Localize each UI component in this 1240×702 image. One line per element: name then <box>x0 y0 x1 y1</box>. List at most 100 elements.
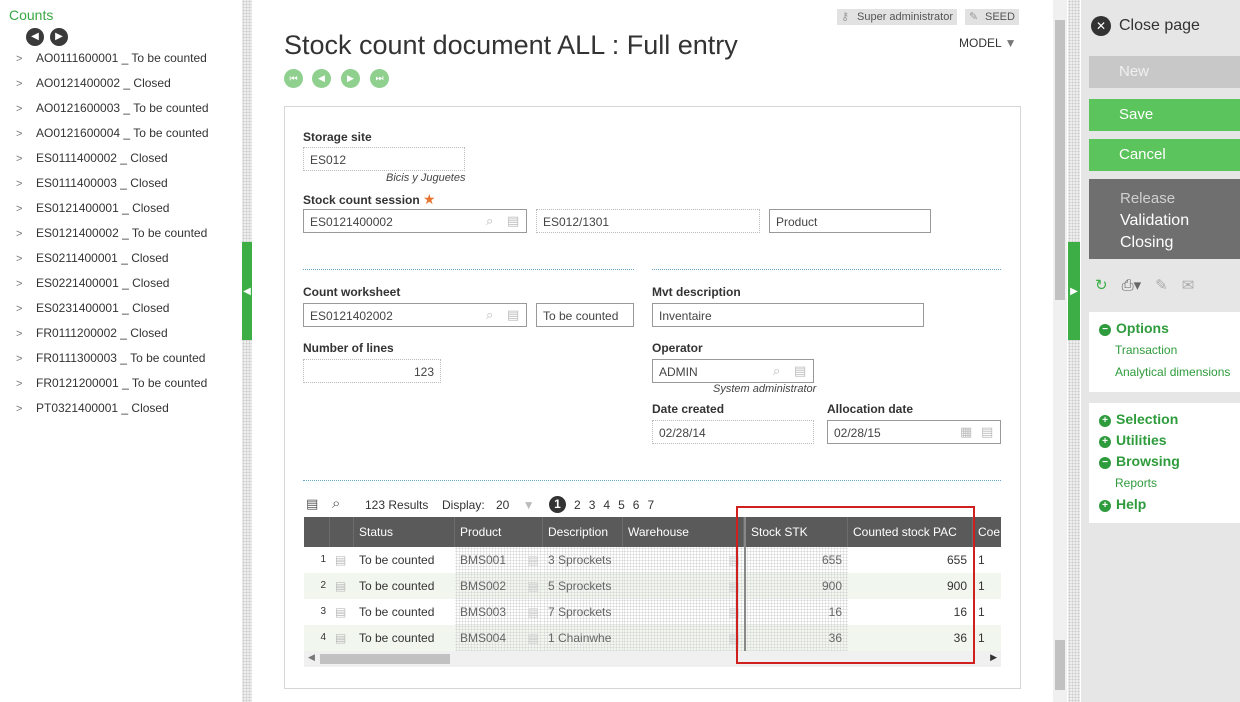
close-page-button[interactable]: ✕ Close page <box>1091 16 1200 36</box>
list-item[interactable]: > AO0121600004 _ To be counted <box>16 126 236 146</box>
validation-button[interactable]: Validation <box>1120 210 1240 232</box>
search-icon[interactable]: ⌕ <box>486 214 493 228</box>
last-record-icon[interactable]: ⏭ <box>370 69 389 88</box>
page-link[interactable]: 4 <box>603 498 610 512</box>
list-item[interactable]: > ES0121400001 _ Closed <box>16 201 236 221</box>
collapse-left-icon[interactable]: ◀ <box>242 242 252 340</box>
storage-site-field[interactable]: ES012 <box>303 147 465 171</box>
list-item[interactable]: > ES0211400001 _ Closed <box>16 251 236 271</box>
list-item[interactable]: > FR0111300003 _ To be counted <box>16 351 236 371</box>
page-link[interactable]: 7 <box>647 498 654 512</box>
display-select[interactable]: 20 ▼ <box>496 498 535 512</box>
select-icon[interactable]: ▤ <box>507 308 519 322</box>
list-item-label: AO0121600004 _ To be counted <box>36 126 209 140</box>
search-icon[interactable]: ⌕ <box>773 364 780 378</box>
collapse-right-icon[interactable]: ▶ <box>1068 242 1080 340</box>
first-record-icon[interactable]: ⏮ <box>284 69 303 88</box>
select-icon[interactable]: ▤ <box>528 573 539 599</box>
refresh-icon[interactable]: ↻ <box>1095 276 1108 294</box>
selection-header[interactable]: + Selection <box>1099 409 1240 430</box>
right-splitter[interactable]: ▶ <box>1068 0 1080 702</box>
search-icon[interactable]: ⌕ <box>486 308 493 322</box>
attachment-icon[interactable]: ✎ <box>1155 276 1168 294</box>
list-item[interactable]: > ES0111400002 _ Closed <box>16 151 236 171</box>
release-button[interactable]: Release <box>1120 188 1240 210</box>
select-icon[interactable]: ▤ <box>794 364 806 378</box>
new-button[interactable]: New <box>1089 56 1240 88</box>
closing-button[interactable]: Closing <box>1120 232 1240 254</box>
scroll-thumb[interactable] <box>1055 640 1065 690</box>
page-link[interactable]: 6 <box>633 498 640 512</box>
cell-status: To be counted <box>359 579 435 593</box>
list-item[interactable]: > AO0121400002 _ Closed <box>16 76 236 96</box>
column-header[interactable]: Description <box>543 517 623 547</box>
model-dropdown[interactable]: MODEL ▼ <box>959 36 1016 50</box>
select-icon[interactable]: ▤ <box>507 214 519 228</box>
page-link[interactable]: 5 <box>618 498 625 512</box>
operator-field[interactable]: ADMIN ⌕ ▤ <box>652 359 814 383</box>
cell-coe: 1 <box>978 631 985 645</box>
select-icon[interactable]: ▤ <box>528 599 539 625</box>
user-badge[interactable]: ⚷ Super administrator <box>837 9 957 25</box>
select-icon[interactable]: ▤ <box>528 625 539 651</box>
folder-badge[interactable]: ✎ SEED <box>965 9 1019 25</box>
page-link[interactable]: 2 <box>574 498 581 512</box>
model-label: MODEL <box>959 36 1002 50</box>
cancel-button[interactable]: Cancel <box>1089 139 1240 171</box>
browsing-label: Browsing <box>1116 453 1180 469</box>
list-item[interactable]: > AO0121600003 _ To be counted <box>16 101 236 121</box>
row-detail-icon[interactable]: ▤ <box>330 599 354 625</box>
row-detail-icon[interactable]: ▤ <box>330 573 354 599</box>
scroll-thumb[interactable] <box>320 654 450 664</box>
options-label: Options <box>1116 320 1169 336</box>
column-header[interactable]: Coe <box>973 517 1001 547</box>
options-header[interactable]: − Options <box>1099 318 1240 339</box>
worksheet-field[interactable]: ES0121402002 ⌕ ▤ <box>303 303 527 327</box>
comment-icon[interactable]: ✉ <box>1182 276 1195 294</box>
column-header[interactable]: Product <box>455 517 543 547</box>
left-splitter[interactable]: ◀ <box>242 0 252 702</box>
save-button[interactable]: Save <box>1089 99 1240 131</box>
mvt-field[interactable]: Inventaire <box>652 303 924 327</box>
select-icon[interactable]: ▤ <box>981 425 993 439</box>
browsing-header[interactable]: − Browsing <box>1099 451 1240 472</box>
list-item[interactable]: > ES0221400001 _ Closed <box>16 276 236 296</box>
reports-link[interactable]: Reports <box>1099 472 1240 494</box>
allocation-date-field[interactable]: 02/28/15 ▦ ▤ <box>827 420 1001 444</box>
previous-record-icon[interactable]: ◀ <box>312 69 331 88</box>
row-detail-icon[interactable]: ▤ <box>330 547 354 573</box>
chevron-right-icon: > <box>16 378 23 390</box>
print-icon[interactable]: ⎙▾ <box>1122 276 1142 294</box>
search-icon[interactable]: ⌕ <box>332 495 340 512</box>
help-header[interactable]: + Help <box>1099 494 1240 515</box>
next-icon[interactable]: ▶ <box>50 28 68 46</box>
cell-desc: 5 Sprockets <box>543 573 623 599</box>
calendar-icon[interactable]: ▦ <box>960 425 972 439</box>
list-item[interactable]: > ES0111400003 _ Closed <box>16 176 236 196</box>
table-settings-icon[interactable]: ▤ <box>306 496 318 512</box>
scroll-right-icon[interactable]: ▶ <box>990 652 997 663</box>
list-item[interactable]: > FR0121200001 _ To be counted <box>16 376 236 396</box>
page-link[interactable]: 3 <box>589 498 596 512</box>
page-link[interactable]: 1 <box>549 496 566 513</box>
analytical-dimensions-link[interactable]: Analytical dimensions <box>1099 361 1240 383</box>
date-created-field: 02/28/14 <box>652 420 814 444</box>
utilities-header[interactable]: + Utilities <box>1099 430 1240 451</box>
scroll-left-icon[interactable]: ◀ <box>308 652 315 663</box>
next-record-icon[interactable]: ▶ <box>341 69 360 88</box>
list-item[interactable]: > FR0111200002 _ Closed <box>16 326 236 346</box>
column-header[interactable]: Warehouse <box>623 517 744 547</box>
previous-icon[interactable]: ◀ <box>26 28 44 46</box>
row-detail-icon[interactable]: ▤ <box>330 625 354 651</box>
column-header[interactable]: Status <box>354 517 455 547</box>
select-icon[interactable]: ▤ <box>528 547 539 573</box>
scroll-thumb[interactable] <box>1055 20 1065 300</box>
vertical-scrollbar[interactable] <box>1053 0 1067 702</box>
list-item[interactable]: > ES0121400002 _ To be counted <box>16 226 236 246</box>
chevron-right-icon: > <box>16 228 23 240</box>
list-item[interactable]: > AO0111600001 _ To be counted <box>16 51 236 71</box>
session-field[interactable]: ES0121400002 ⌕ ▤ <box>303 209 527 233</box>
list-item[interactable]: > PT0321400001 _ Closed <box>16 401 236 421</box>
list-item[interactable]: > ES0231400001 _ Closed <box>16 301 236 321</box>
transaction-link[interactable]: Transaction <box>1099 339 1240 361</box>
